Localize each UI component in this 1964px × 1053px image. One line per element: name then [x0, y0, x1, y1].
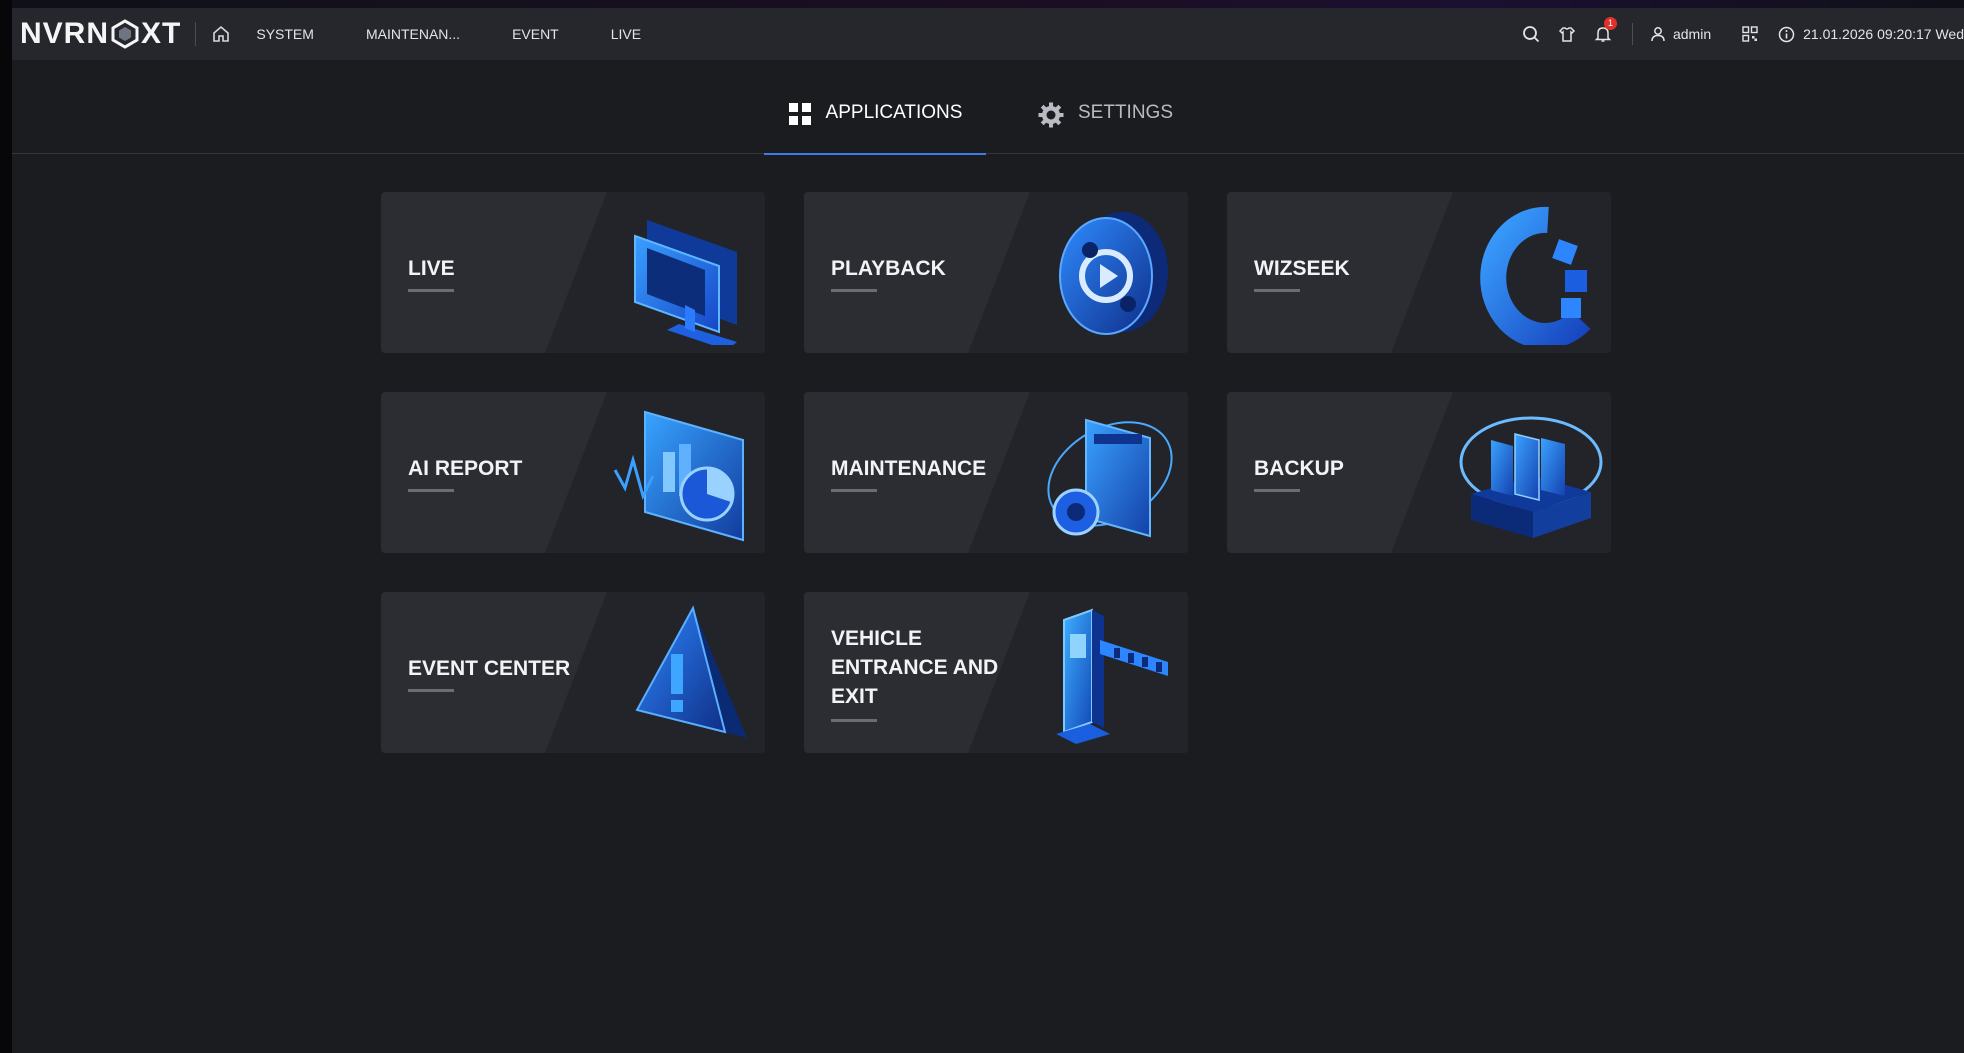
- app-title: MAINTENANCE: [831, 457, 987, 480]
- logo-mark: [110, 19, 140, 49]
- app-wizseek[interactable]: WIZSEEK: [1227, 192, 1611, 353]
- apps-grid-icon: [788, 102, 812, 132]
- main-content: APPLICATIONS SETTINGS LIVE PLAYBACK WIZS…: [12, 60, 1964, 1053]
- nav-live[interactable]: LIVE: [611, 26, 641, 42]
- top-edge: [12, 0, 1964, 8]
- toolbar-right: 1 admin 21.01.2026 09:20:17 Wed: [1520, 8, 1964, 60]
- app-maintenance[interactable]: MAINTENANCE: [804, 392, 1188, 553]
- logo: NVRN XT: [20, 17, 181, 51]
- nav-event[interactable]: EVENT: [512, 26, 559, 42]
- app-title: EVENT CENTER: [408, 657, 571, 680]
- title-underline: [1254, 289, 1300, 292]
- tab-settings[interactable]: SETTINGS: [1038, 102, 1198, 153]
- title-underline: [831, 719, 877, 722]
- app-title: PLAYBACK: [831, 257, 946, 280]
- app-live[interactable]: LIVE: [381, 192, 765, 353]
- report-icon: [613, 410, 744, 542]
- monitor-icon: [634, 220, 737, 345]
- title-underline: [408, 489, 454, 492]
- title-underline: [1254, 489, 1300, 492]
- title-underline: [408, 689, 454, 692]
- shirt-icon[interactable]: [1556, 23, 1578, 45]
- tab-applications-label: APPLICATIONS: [825, 102, 963, 123]
- app-title: VEHICLE ENTRANCE AND EXIT: [831, 627, 999, 708]
- tab-settings-label: SETTINGS: [1078, 102, 1174, 123]
- maintenance-icon: [1047, 418, 1173, 538]
- bell-icon[interactable]: 1: [1592, 17, 1617, 45]
- barrier-gate-icon: [1056, 608, 1168, 744]
- info-icon[interactable]: [1775, 23, 1797, 45]
- app-backup[interactable]: BACKUP: [1227, 392, 1611, 553]
- title-underline: [831, 489, 877, 492]
- nav-system[interactable]: SYSTEM: [256, 26, 314, 42]
- title-underline: [408, 289, 454, 292]
- tab-bar: APPLICATIONS SETTINGS: [12, 60, 1964, 155]
- qr-icon[interactable]: [1739, 23, 1761, 45]
- app-event-center[interactable]: EVENT CENTER: [381, 592, 765, 753]
- user-name[interactable]: admin: [1673, 26, 1711, 42]
- app-vehicle-entrance-exit[interactable]: VEHICLE ENTRANCE AND EXIT: [804, 592, 1188, 753]
- app-title: BACKUP: [1254, 457, 1344, 480]
- window-edge: [0, 0, 12, 1053]
- logo-text-left: NVRN: [20, 17, 110, 50]
- nav-divider: [195, 22, 197, 46]
- search-icon[interactable]: [1520, 23, 1542, 45]
- nav-maintenance[interactable]: MAINTENAN...: [366, 26, 460, 42]
- top-bar: NVRN XT SYSTEM MAINTENAN... EVENT LIVE 1…: [12, 8, 1964, 60]
- wizseek-icon: [1480, 206, 1591, 345]
- warning-icon: [635, 605, 747, 738]
- app-title: LIVE: [408, 257, 455, 280]
- toolbar-divider: [1631, 23, 1633, 45]
- reel-icon: [1059, 212, 1168, 335]
- tab-applications[interactable]: APPLICATIONS: [764, 102, 986, 155]
- gear-icon: [1038, 102, 1064, 134]
- app-ai-report[interactable]: AI REPORT: [381, 392, 765, 553]
- title-underline: [831, 289, 877, 292]
- app-title: AI REPORT: [408, 457, 523, 480]
- notification-badge: 1: [1603, 17, 1617, 30]
- logo-text-right: XT: [141, 17, 182, 50]
- datetime: 21.01.2026 09:20:17 Wed: [1803, 26, 1964, 42]
- user-icon[interactable]: [1647, 23, 1669, 45]
- home-icon[interactable]: [210, 23, 232, 45]
- app-playback[interactable]: PLAYBACK: [804, 192, 1188, 353]
- backup-icon: [1459, 416, 1603, 538]
- app-title: WIZSEEK: [1254, 257, 1350, 280]
